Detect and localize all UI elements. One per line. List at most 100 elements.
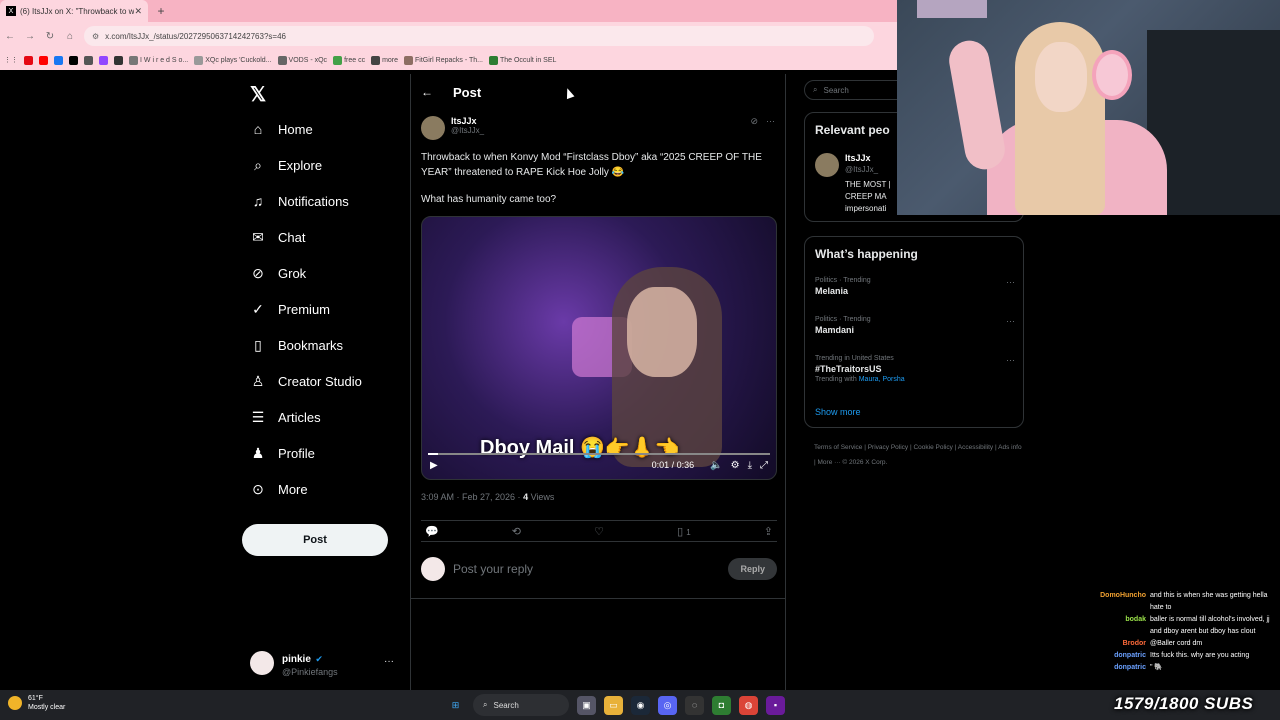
repost-icon[interactable]: ⟲: [512, 525, 521, 538]
more-horizontal-icon[interactable]: ···: [1006, 277, 1015, 287]
bookmark-icon[interactable]: [69, 55, 78, 65]
new-tab-button[interactable]: +: [152, 4, 170, 18]
sidebar-nav: 𝕏 ⌂ Home ⌕ Explore ♫ Notifications ✉ Chat ⊘ G…: [240, 74, 410, 690]
discord-icon[interactable]: ◎: [658, 695, 677, 715]
steam-icon[interactable]: ◉: [631, 695, 650, 715]
chat-message: bodak baller is normal till alcohol's inv…: [1125, 616, 1270, 635]
more-horizontal-icon[interactable]: ···: [766, 116, 775, 127]
fullscreen-icon[interactable]: ⤢: [760, 460, 768, 471]
reply-button[interactable]: Reply: [728, 558, 777, 580]
more-horizontal-icon[interactable]: ···: [1006, 355, 1015, 365]
sidebar-item-articles[interactable]: ☰ Articles: [250, 402, 321, 432]
post-actions: 💬 ⟲ ♡ ▯ 1 ⇪: [421, 520, 777, 542]
app-icon[interactable]: ▪: [766, 695, 785, 715]
bookmark-icon[interactable]: [39, 55, 48, 65]
show-more-link[interactable]: Show more: [815, 407, 861, 417]
download-icon[interactable]: ⤓: [748, 460, 752, 471]
screen: X (6) ItsJJx on X: "Throwback to w... ✕ …: [0, 0, 1280, 720]
share-icon[interactable]: ⇪: [764, 525, 773, 538]
sidebar-item-chat[interactable]: ✉ Chat: [250, 222, 305, 252]
reply-input[interactable]: Post your reply: [453, 562, 720, 576]
sidebar-item-profile[interactable]: ♟ Profile: [250, 438, 315, 468]
more-horizontal-icon[interactable]: ···: [384, 656, 394, 667]
bookmark-item[interactable]: free cc: [333, 55, 365, 65]
app-icon[interactable]: ◌: [685, 695, 704, 715]
volume-icon[interactable]: 🔈: [710, 460, 722, 471]
avatar: [250, 651, 274, 675]
trend-item[interactable]: Trending in United States #TheTraitorsUS…: [815, 355, 1015, 383]
post-author[interactable]: ItsJJx @ItsJJx_: [421, 116, 484, 140]
more-horizontal-icon[interactable]: ···: [1006, 316, 1015, 326]
close-tab-icon[interactable]: ✕: [134, 6, 142, 17]
verified-badge-icon: ✓: [252, 300, 264, 317]
bookmark-button[interactable]: ▯ 1: [677, 525, 691, 538]
search-icon: ⌕: [483, 700, 488, 709]
windows-start-icon[interactable]: ⊞: [446, 696, 465, 715]
sidebar-item-notifications[interactable]: ♫ Notifications: [250, 186, 349, 216]
post-button[interactable]: Post: [242, 524, 388, 556]
relevant-name[interactable]: ItsJJx: [845, 153, 871, 163]
sidebar-item-more[interactable]: ⊙ More: [250, 474, 308, 504]
footer-links[interactable]: Terms of Service | Privacy Policy | Cook…: [814, 440, 1024, 470]
account-switcher[interactable]: pinkie ✔ @Pinkiefangs ···: [250, 648, 400, 678]
page-title: Post: [453, 84, 482, 100]
play-icon[interactable]: ▶: [430, 460, 440, 471]
site-info-icon[interactable]: ⚙: [92, 32, 99, 41]
chrome-icon[interactable]: ◍: [739, 695, 758, 715]
x-logo-icon[interactable]: 𝕏: [250, 82, 266, 107]
sidebar-item-bookmarks[interactable]: ▯ Bookmarks: [250, 330, 343, 360]
chat-message: donpatric Itts fuck this. why are you act…: [1114, 652, 1250, 659]
video-progress-bar[interactable]: [428, 453, 770, 455]
sidebar-item-grok[interactable]: ⊘ Grok: [250, 258, 306, 288]
sidebar-item-creator-studio[interactable]: ♙ Creator Studio: [250, 366, 362, 396]
bookmark-item[interactable]: XQc plays 'Cuckold...: [194, 55, 272, 65]
taskbar-search[interactable]: ⌕ Search: [473, 694, 569, 716]
grok-icon[interactable]: ⊘: [750, 116, 758, 127]
person-icon: ♟: [251, 444, 265, 461]
grok-icon: ⊘: [252, 264, 264, 281]
settings-icon[interactable]: ⚙: [731, 460, 740, 471]
trend-item[interactable]: Politics · Trending Melania ···: [815, 277, 1015, 296]
bookmark-item[interactable]: more: [371, 55, 398, 65]
search-icon: ⌕: [254, 156, 262, 173]
apps-icon[interactable]: ⋮⋮: [4, 56, 18, 64]
bookmark-icon[interactable]: [114, 55, 123, 65]
video-controls: ▶ 0:01 / 0:36 🔈 ⚙ ⤓ ⤢: [422, 457, 776, 473]
home-icon[interactable]: ⌂: [60, 31, 80, 42]
browser-toolbar: ← → ↻ ⌂ ⚙ x.com/ItsJJx_/status/202729506…: [0, 22, 900, 50]
bookmark-item[interactable]: VODS - xQc: [277, 55, 327, 65]
moon-icon: [8, 696, 22, 710]
bookmark-item[interactable]: I W i r e d S o...: [129, 55, 188, 65]
app-icon[interactable]: ◘: [712, 695, 731, 715]
bookmark-icon[interactable]: [24, 55, 33, 65]
sidebar-item-home[interactable]: ⌂ Home: [250, 114, 313, 144]
url-text: x.com/ItsJJx_/status/2027295063714242763…: [105, 31, 286, 41]
reload-icon[interactable]: ↻: [40, 31, 60, 42]
avatar[interactable]: [815, 153, 839, 177]
like-icon[interactable]: ♡: [594, 525, 604, 538]
video-player[interactable]: Dboy Mail 😭👉👃👈 ▶ 0:01 / 0:36 🔈 ⚙ ⤓ ⤢: [421, 216, 777, 480]
weather-widget[interactable]: 61°F Mostly clear: [8, 694, 65, 712]
reply-icon[interactable]: 💬: [425, 525, 439, 538]
browser-tab[interactable]: X (6) ItsJJx on X: "Throwback to w... ✕: [0, 0, 148, 22]
task-view-icon[interactable]: ▣: [577, 695, 596, 715]
sidebar-item-premium[interactable]: ✓ Premium: [250, 294, 330, 324]
back-icon[interactable]: ←: [0, 31, 20, 42]
trend-item[interactable]: Politics · Trending Mamdani ···: [815, 316, 1015, 335]
sidebar-item-explore[interactable]: ⌕ Explore: [250, 150, 322, 180]
folder-icon[interactable]: ▭: [604, 695, 623, 715]
bookmark-icon[interactable]: [99, 55, 108, 65]
bookmark-icon[interactable]: [54, 55, 63, 65]
bookmark-item[interactable]: The Occult in SEL: [488, 55, 556, 65]
forward-icon[interactable]: →: [20, 31, 40, 42]
bookmark-icon[interactable]: [84, 55, 93, 65]
video-frame-face: [627, 287, 697, 377]
relevant-bio: THE MOST | CREEP MA impersonati: [845, 180, 891, 213]
back-arrow-icon[interactable]: ←: [421, 85, 433, 99]
headphones: [1092, 50, 1132, 100]
mail-icon: ✉: [252, 228, 264, 245]
video-progress-fill: [428, 453, 439, 455]
bookmark-item[interactable]: FitGirl Repacks - Th...: [404, 55, 483, 65]
url-bar[interactable]: ⚙ x.com/ItsJJx_/status/20272950637142427…: [84, 26, 874, 46]
search-icon: ⌕: [813, 85, 818, 94]
